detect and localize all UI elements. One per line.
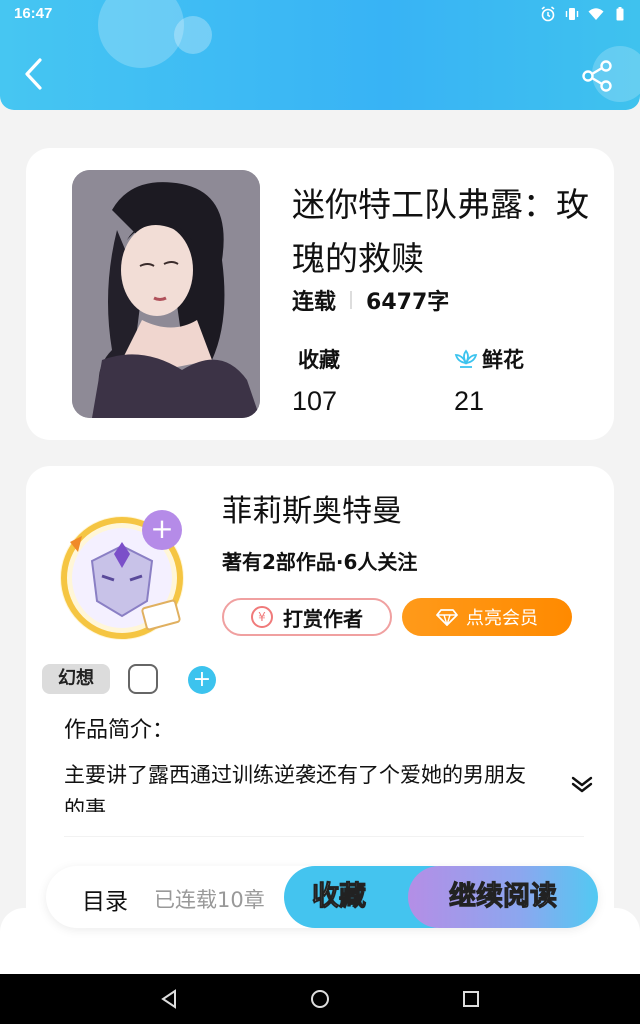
alarm-icon [540,6,556,22]
battery-icon [612,6,628,22]
back-button[interactable] [20,56,52,92]
bottom-action-bar: 目录 已连载10章 收藏 继续阅读 [46,866,598,928]
diamond-icon [436,609,458,626]
add-tag-button[interactable]: + [188,666,216,694]
nav-home-button[interactable] [309,988,331,1010]
status-bar: 16:47 [0,0,640,28]
yen-coin-icon: ¥ [251,606,273,628]
vip-button[interactable]: 点亮会员 [402,598,572,636]
book-word-count: 6477字 [366,290,450,315]
divider [64,836,584,837]
flowers-stat[interactable]: 鲜花 [454,344,524,374]
book-meta-row: 连载 6477字 [292,284,449,316]
toc-button[interactable]: 目录 [82,882,128,916]
empty-tag[interactable] [128,664,158,694]
double-chevron-down-icon [571,776,593,793]
plus-icon: + [150,512,174,545]
nav-back-button[interactable] [158,988,180,1010]
follow-author-button[interactable]: + [142,510,182,550]
square-recents-icon [463,991,479,1007]
system-nav-bar [0,974,640,1024]
intro-label: 作品简介： [64,718,175,743]
flowers-count: 21 [454,386,485,416]
lotus-flower-icon [454,349,478,368]
favorites-count: 107 [292,386,338,416]
share-icon [582,60,612,92]
book-status: 连载 [292,290,337,315]
vibrate-icon [564,6,580,22]
flowers-label: 鲜花 [482,348,524,372]
cover-illustration [72,170,260,418]
meta-divider [350,291,353,309]
status-icons [540,6,628,22]
genre-tag[interactable]: 幻想 [42,664,110,694]
book-info-card: 迷你特工队弗露：玫瑰的救赎 连载 6477字 收藏 107 鲜花 21 [26,148,614,440]
circle-home-icon [311,990,329,1008]
nav-recents-button[interactable] [460,988,482,1010]
triangle-back-icon [161,989,176,1009]
tip-author-label: 打赏作者 [283,606,363,631]
author-name[interactable]: 菲莉斯奥特曼 [222,486,402,530]
intro-text: 主要讲了露西通过训练逆袭还有了个爱她的男朋友的事 [64,763,526,812]
status-time: 16:47 [14,5,53,22]
author-stats: 著有2部作品·6人关注 [222,550,418,574]
share-button[interactable] [580,58,616,94]
expand-intro-button[interactable] [570,774,594,794]
plus-icon: + [192,667,212,692]
top-header: 16:47 [0,0,640,110]
wifi-icon [588,6,604,22]
favorites-label: 收藏 [298,348,340,372]
chapters-count: 已连载10章 [154,888,265,912]
chevron-left-icon [25,58,42,90]
book-title: 迷你特工队弗露：玫瑰的救赎 [292,185,589,278]
vip-label: 点亮会员 [466,608,538,629]
book-cover[interactable] [72,170,260,418]
tip-author-button[interactable]: ¥ 打赏作者 [222,598,392,636]
continue-reading-button[interactable]: 继续阅读 [408,866,598,928]
